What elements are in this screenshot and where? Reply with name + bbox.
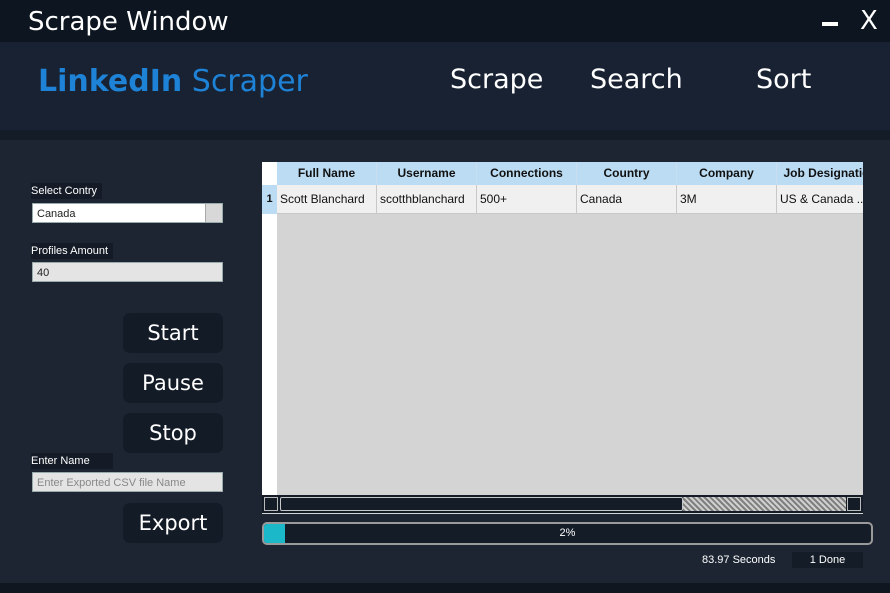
progress-bar: 2% (262, 522, 873, 545)
results-table: Full Name Username Connections Country C… (262, 162, 863, 514)
brand-bold: LinkedIn (38, 64, 183, 99)
scroll-thumb[interactable] (280, 497, 683, 511)
table-cell[interactable]: scotthblanchard (377, 185, 477, 214)
scroll-track[interactable] (683, 497, 846, 511)
column-header[interactable]: Company (677, 162, 777, 185)
column-header[interactable]: Connections (477, 162, 577, 185)
app-header: LinkedIn Scraper Scrape Search Sort (0, 42, 890, 130)
window-title: Scrape Window (28, 7, 229, 37)
start-button[interactable]: Start (123, 313, 223, 353)
column-header[interactable]: Full Name (277, 162, 377, 185)
table-cell[interactable]: 500+ (477, 185, 577, 214)
nav-search[interactable]: Search (590, 64, 683, 95)
column-header[interactable]: Username (377, 162, 477, 185)
brand-logo: LinkedIn Scraper (38, 64, 308, 99)
csv-name-input[interactable]: Enter Exported CSV file Name (32, 472, 223, 492)
bottom-strip (0, 583, 890, 593)
row-header[interactable]: 1 (262, 185, 277, 214)
elapsed-time: 83.97 Seconds (702, 554, 776, 566)
done-count: 1 Done (792, 552, 863, 568)
brand-light: Scraper (191, 64, 308, 99)
close-button[interactable]: X (860, 6, 878, 36)
stop-button[interactable]: Stop (123, 413, 223, 453)
scroll-right-icon[interactable] (847, 497, 861, 511)
country-label: Select Contry (31, 183, 102, 199)
header-separator (0, 130, 890, 140)
profiles-label: Profiles Amount (31, 243, 113, 259)
export-button[interactable]: Export (123, 503, 223, 543)
chevron-down-icon[interactable] (205, 204, 222, 222)
title-bar: Scrape Window X (0, 0, 890, 42)
table-cell[interactable]: US & Canada ... (777, 185, 863, 214)
row-header-gutter (262, 214, 277, 498)
table-cell[interactable]: Scott Blanchard (277, 185, 377, 214)
country-select-value: Canada (37, 208, 76, 220)
profiles-input[interactable]: 40 (32, 262, 223, 282)
progress-label: 2% (559, 527, 576, 539)
column-header[interactable]: Country (577, 162, 677, 185)
table-cell[interactable]: Canada (577, 185, 677, 214)
column-header[interactable]: Job Designatio (777, 162, 863, 185)
country-select[interactable]: Canada (32, 203, 223, 223)
horizontal-scrollbar[interactable] (262, 495, 863, 513)
name-label: Enter Name (31, 453, 113, 469)
table-corner (262, 162, 277, 185)
minimize-button[interactable] (822, 22, 838, 26)
nav-sort[interactable]: Sort (756, 64, 811, 95)
scroll-left-icon[interactable] (264, 497, 278, 511)
nav-scrape[interactable]: Scrape (450, 64, 543, 95)
table-cell[interactable]: 3M (677, 185, 777, 214)
pause-button[interactable]: Pause (123, 363, 223, 403)
